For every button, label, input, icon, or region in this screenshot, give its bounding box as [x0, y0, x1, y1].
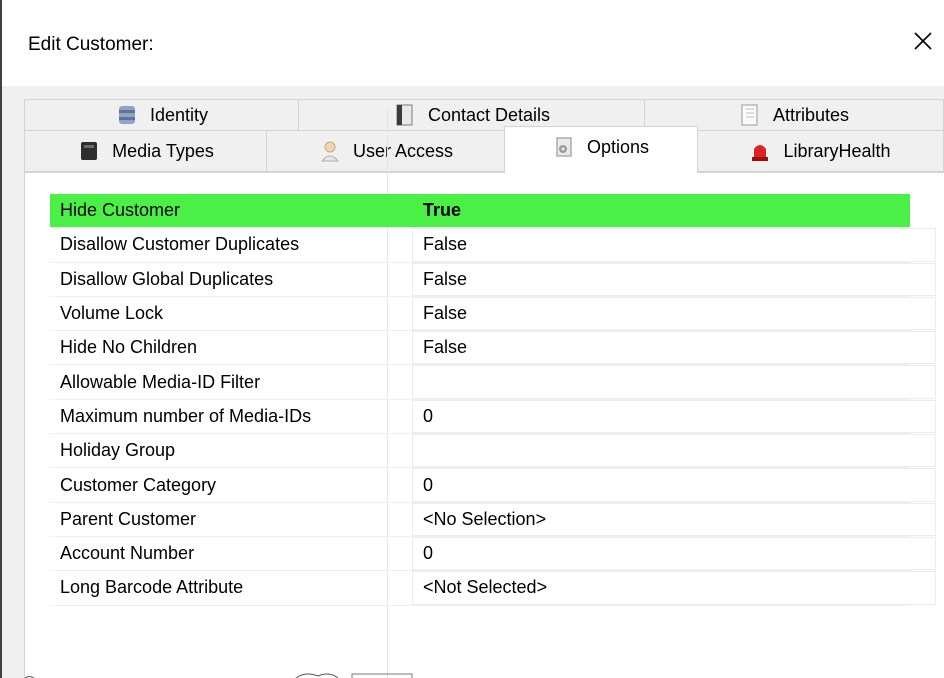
property-row-long-barcode-attribute[interactable]: Long Barcode Attribute <Not Selected> [50, 571, 936, 606]
property-value[interactable]: False [412, 228, 936, 262]
property-value[interactable]: False [412, 296, 936, 331]
property-value[interactable] [412, 365, 936, 399]
property-value[interactable]: <No Selection> [412, 502, 936, 536]
property-name: Parent Customer [60, 508, 197, 529]
tab-user-access[interactable]: User Access [266, 130, 506, 172]
contact-details-icon [394, 104, 416, 126]
property-name: Long Barcode Attribute [60, 577, 244, 598]
property-value[interactable] [412, 434, 936, 468]
tab-label: Identity [149, 104, 209, 125]
tab-label: Contact Details [427, 104, 551, 125]
close-button[interactable] [904, 22, 942, 60]
property-row-hide-customer[interactable]: Hide Customer True [50, 194, 910, 229]
property-value[interactable]: <Not Selected> [412, 571, 936, 605]
user-access-icon [319, 140, 341, 162]
tab-label: User Access [352, 140, 454, 161]
tab-options[interactable]: Options [504, 126, 698, 173]
property-name: Customer Category [60, 474, 217, 495]
property-value[interactable]: 0 [412, 468, 936, 502]
property-value[interactable]: False [412, 262, 936, 296]
property-name: Hide No Children [60, 337, 198, 358]
property-row-volume-lock[interactable]: Volume Lock False [50, 296, 936, 332]
cropped-toolbar-edge [2, 666, 944, 678]
library-health-icon [749, 140, 771, 162]
property-row-holiday-group[interactable]: Holiday Group [50, 434, 936, 469]
property-row-disallow-customer-duplicates[interactable]: Disallow Customer Duplicates False [50, 228, 936, 263]
attributes-icon [739, 104, 761, 126]
property-name: Account Number [60, 543, 195, 564]
property-row-maximum-media-ids[interactable]: Maximum number of Media-IDs 0 [50, 399, 936, 435]
property-name: Disallow Customer Duplicates [60, 234, 300, 255]
property-value[interactable]: False [412, 331, 936, 365]
property-name: Disallow Global Duplicates [60, 268, 274, 289]
property-value[interactable]: 0 [412, 536, 936, 571]
property-name: Hide Customer [60, 200, 181, 221]
close-icon [914, 32, 932, 50]
identity-icon [116, 104, 138, 126]
property-grid: Hide Customer True Disallow Customer Dup… [50, 194, 936, 606]
property-row-hide-no-children[interactable]: Hide No Children False [50, 331, 936, 366]
property-row-account-number[interactable]: Account Number 0 [50, 536, 936, 572]
tab-label: Media Types [112, 140, 214, 161]
property-name: Volume Lock [60, 303, 164, 324]
tab-media-types[interactable]: Media Types [24, 130, 268, 172]
tab-label: Attributes [772, 104, 850, 125]
property-value[interactable]: True [412, 194, 936, 227]
property-name: Allowable Media-ID Filter [60, 371, 261, 392]
property-value[interactable]: 0 [412, 399, 936, 434]
tab-label: LibraryHealth [783, 140, 891, 161]
property-row-allowable-media-id-filter[interactable]: Allowable Media-ID Filter [50, 365, 936, 400]
title-bar: Edit Customer: [2, 0, 944, 86]
tab-label: Options [586, 136, 650, 157]
tab-library-health[interactable]: LibraryHealth [696, 130, 944, 172]
window-title: Edit Customer: [28, 34, 154, 55]
property-row-disallow-global-duplicates[interactable]: Disallow Global Duplicates False [50, 262, 936, 297]
property-row-customer-category[interactable]: Customer Category 0 [50, 468, 936, 503]
property-row-parent-customer[interactable]: Parent Customer <No Selection> [50, 502, 936, 537]
property-name: Maximum number of Media-IDs [60, 405, 312, 426]
tab-identity[interactable]: Identity [24, 99, 300, 131]
property-name: Holiday Group [60, 440, 176, 461]
media-types-icon [78, 140, 100, 162]
options-icon [553, 136, 575, 158]
